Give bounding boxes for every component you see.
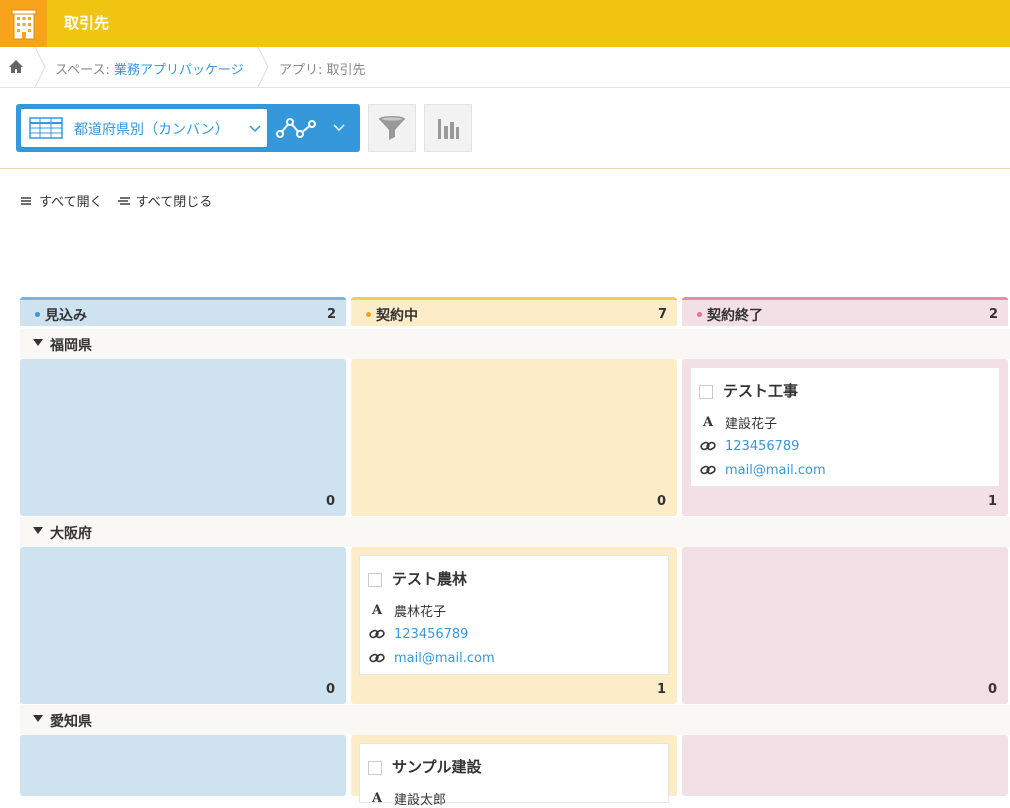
card-field-phone: 123456789 (699, 437, 799, 455)
email-link[interactable]: mail@mail.com (725, 463, 826, 478)
app-prefix: アプリ: (279, 63, 327, 78)
group-header[interactable]: 大阪府 (20, 517, 1010, 547)
kanban-cell: テスト農林 A 農林花子 123456789 mail@mail.com 1 (351, 547, 677, 704)
list-collapse-icon (117, 196, 130, 205)
kanban-cell: テスト工事 A 建設花子 123456789 mail@mail.com 1 (682, 359, 1008, 516)
close-all-button[interactable]: すべて閉じる (117, 191, 213, 210)
person-name: 建設太郎 (394, 792, 447, 808)
kanban-cell: 0 (682, 547, 1008, 704)
group-header[interactable]: 愛知県 (20, 705, 1010, 735)
filter-icon (379, 116, 405, 140)
card-field-email: mail@mail.com (699, 461, 826, 479)
group-header[interactable]: 福岡県 (20, 329, 1010, 359)
group-name: 福岡県 (50, 338, 92, 354)
filter-button[interactable] (368, 104, 416, 152)
card-field-person: A 農林花子 (368, 601, 447, 620)
card-field-email: mail@mail.com (368, 649, 495, 667)
app-header: 取引先 (0, 0, 1010, 47)
column-name: 契約終了 (707, 308, 763, 324)
card-field-person: A 建設花子 (699, 413, 778, 432)
card-title[interactable]: テスト工事 (723, 380, 798, 401)
breadcrumb-space: スペース: 業務アプリパッケージ (55, 59, 244, 78)
close-all-label: すべて閉じる (135, 195, 213, 210)
kanban-cell: 0 (20, 359, 346, 516)
card-title[interactable]: テスト農林 (392, 568, 467, 589)
card-title[interactable]: サンプル建設 (392, 756, 482, 777)
column-header: 契約中 7 (351, 297, 677, 326)
expand-controls: すべて開く すべて閉じる (20, 191, 222, 211)
phone-link[interactable]: 123456789 (725, 439, 799, 454)
table-icon (29, 117, 63, 139)
space-prefix: スペース: (55, 63, 114, 78)
cell-count: 0 (325, 494, 335, 509)
column-header: 契約終了 2 (682, 297, 1008, 326)
view-selector: 都道府県別（カンバン） (16, 104, 360, 152)
space-link[interactable]: 業務アプリパッケージ (114, 63, 244, 78)
chevron-down-icon (249, 125, 261, 133)
column-name: 見込み (45, 308, 87, 324)
cell-count: 1 (656, 682, 666, 697)
open-all-button[interactable]: すべて開く (20, 191, 103, 210)
kanban-cell (682, 735, 1008, 796)
phone-link[interactable]: 123456789 (394, 627, 468, 642)
home-icon[interactable] (8, 59, 24, 78)
kanban-cell: 0 (351, 359, 677, 516)
cell-count: 1 (987, 494, 997, 509)
person-name: 農林花子 (394, 604, 447, 620)
kanban-cell (20, 735, 346, 796)
collapse-triangle-icon[interactable] (33, 527, 43, 534)
cell-count: 0 (987, 682, 997, 697)
column-name: 契約中 (376, 308, 418, 324)
chevron-right-icon (257, 47, 269, 88)
bar-chart-icon (438, 119, 459, 139)
link-icon (368, 626, 386, 642)
kanban-cell: サンプル建設 A 建設太郎 (351, 735, 677, 808)
card-field-person: A 建設太郎 (368, 789, 447, 808)
text-field-icon: A (371, 790, 383, 806)
link-icon (699, 462, 717, 478)
column-header: 見込み 2 (20, 297, 346, 326)
collapse-triangle-icon[interactable] (33, 715, 43, 722)
status-dot (366, 312, 371, 317)
record-card[interactable]: テスト農林 A 農林花子 123456789 mail@mail.com (359, 555, 669, 675)
text-field-icon: A (702, 414, 714, 430)
cell-count: 0 (656, 494, 666, 509)
view-dropdown[interactable]: 都道府県別（カンバン） (21, 109, 267, 147)
email-link[interactable]: mail@mail.com (394, 651, 495, 666)
app-title: 取引先 (64, 14, 110, 32)
link-icon (699, 438, 717, 454)
link-icon (368, 650, 386, 666)
card-checkbox[interactable] (699, 385, 713, 399)
kanban-cell: 0 (20, 547, 346, 704)
view-label: 都道府県別（カンバン） (74, 122, 229, 138)
toolbar: 都道府県別（カンバン） (0, 88, 1010, 169)
record-card[interactable]: テスト工事 A 建設花子 123456789 mail@mail.com (690, 367, 1000, 487)
card-checkbox[interactable] (368, 573, 382, 587)
column-count: 7 (657, 307, 667, 322)
group-name: 愛知県 (50, 714, 92, 730)
building-icon[interactable] (0, 0, 47, 47)
text-field-icon: A (371, 602, 383, 618)
card-field-phone: 123456789 (368, 625, 468, 643)
record-card[interactable]: サンプル建設 A 建設太郎 (359, 743, 669, 808)
breadcrumb-app: アプリ: 取引先 (279, 59, 366, 78)
list-expand-icon (21, 196, 31, 205)
cell-count: 0 (325, 682, 335, 697)
chart-button[interactable] (424, 104, 472, 152)
column-count: 2 (988, 307, 998, 322)
breadcrumb: スペース: 業務アプリパッケージ アプリ: 取引先 (0, 47, 1010, 88)
graph-menu-button[interactable] (272, 104, 360, 152)
status-dot (697, 312, 702, 317)
status-dot (35, 312, 40, 317)
chevron-down-icon (333, 124, 345, 132)
card-checkbox[interactable] (368, 761, 382, 775)
chevron-right-icon (34, 47, 46, 88)
line-graph-icon (276, 118, 316, 138)
group-name: 大阪府 (50, 526, 92, 542)
person-name: 建設花子 (725, 416, 778, 432)
column-count: 2 (326, 307, 336, 322)
app-name[interactable]: 取引先 (327, 63, 366, 78)
collapse-triangle-icon[interactable] (33, 339, 43, 346)
open-all-label: すべて開く (39, 195, 103, 210)
